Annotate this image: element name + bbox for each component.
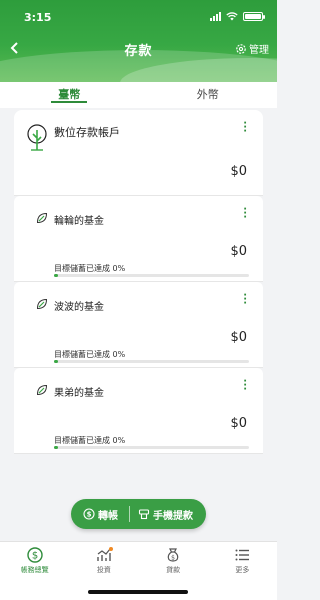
atm-icon bbox=[138, 509, 150, 520]
nav-label: 貸款 bbox=[166, 566, 181, 574]
leaf-icon bbox=[36, 384, 48, 396]
transfer-label: 轉帳 bbox=[98, 510, 118, 522]
signal-icon bbox=[210, 12, 221, 21]
dollar-circle-icon: $ bbox=[26, 547, 43, 563]
fund-card[interactable]: 輪輪的基金 · · · $0 目標儲蓄已達成 0% bbox=[14, 196, 263, 282]
notification-dot bbox=[109, 547, 114, 551]
account-amount: $0 bbox=[230, 164, 247, 179]
fund-amount: $0 bbox=[230, 416, 247, 431]
transfer-button[interactable]: $ 轉帳 bbox=[71, 507, 129, 522]
withdraw-button[interactable]: 手機提款 bbox=[130, 507, 193, 522]
status-icons bbox=[210, 12, 265, 21]
status-time: 3:15 bbox=[24, 11, 52, 24]
loan-bag-icon: $ bbox=[167, 548, 179, 562]
goal-progress-bar bbox=[54, 446, 249, 449]
fund-name: 輪輪的基金 bbox=[54, 216, 104, 227]
battery-icon bbox=[243, 12, 265, 21]
tree-icon bbox=[27, 124, 47, 151]
fund-card[interactable]: 波波的基金 · · · $0 目標儲蓄已達成 0% bbox=[14, 282, 263, 368]
more-options-icon[interactable]: · · · bbox=[243, 291, 247, 309]
svg-text:$: $ bbox=[171, 555, 175, 562]
goal-progress-text: 目標儲蓄已達成 0% bbox=[54, 350, 126, 359]
home-indicator bbox=[88, 590, 188, 594]
fund-name: 果弟的基金 bbox=[54, 388, 104, 399]
currency-tabs: 臺幣 外幣 bbox=[0, 82, 277, 108]
dollar-circle-icon: $ bbox=[83, 508, 95, 520]
gear-icon bbox=[236, 43, 246, 54]
nav-overview[interactable]: $ 帳務總覽 bbox=[0, 542, 69, 600]
nav-label: 帳務總覽 bbox=[20, 566, 49, 574]
goal-progress-bar bbox=[54, 274, 249, 277]
tab-twd[interactable]: 臺幣 bbox=[0, 82, 139, 108]
nav-label: 更多 bbox=[235, 566, 250, 574]
goal-progress-text: 目標儲蓄已達成 0% bbox=[54, 264, 126, 273]
more-options-icon[interactable]: · · · bbox=[243, 377, 247, 395]
fund-amount: $0 bbox=[230, 244, 247, 259]
goal-progress-bar bbox=[54, 360, 249, 363]
tab-foreign[interactable]: 外幣 bbox=[139, 82, 278, 108]
header-bar: 3:15 存款 管理 bbox=[0, 0, 277, 82]
svg-text:$: $ bbox=[31, 551, 37, 562]
action-pill: $ 轉帳 手機提款 bbox=[71, 499, 206, 529]
manage-label: 管理 bbox=[249, 45, 269, 56]
goal-progress-text: 目標儲蓄已達成 0% bbox=[54, 436, 126, 445]
nav-more[interactable]: 更多 bbox=[208, 542, 277, 600]
withdraw-label: 手機提款 bbox=[153, 510, 193, 522]
wifi-icon bbox=[226, 12, 238, 21]
menu-list-icon bbox=[235, 549, 250, 561]
fund-card[interactable]: 果弟的基金 · · · $0 目標儲蓄已達成 0% bbox=[14, 368, 263, 454]
more-options-icon[interactable]: · · · bbox=[243, 205, 247, 223]
fund-name: 波波的基金 bbox=[54, 302, 104, 313]
svg-text:$: $ bbox=[87, 511, 92, 519]
main-account-card[interactable]: 數位存款帳戶 · · · $0 bbox=[14, 110, 263, 196]
fund-amount: $0 bbox=[230, 330, 247, 345]
more-options-icon[interactable]: · · · bbox=[243, 119, 247, 137]
leaf-icon bbox=[36, 298, 48, 310]
account-name: 數位存款帳戶 bbox=[54, 126, 120, 139]
leaf-icon bbox=[36, 212, 48, 224]
account-list: 數位存款帳戶 · · · $0 輪輪的基金 · · · $0 目標儲蓄已達成 0% 波波… bbox=[14, 110, 263, 454]
nav-label: 投資 bbox=[96, 566, 111, 574]
manage-button[interactable]: 管理 bbox=[235, 41, 269, 56]
